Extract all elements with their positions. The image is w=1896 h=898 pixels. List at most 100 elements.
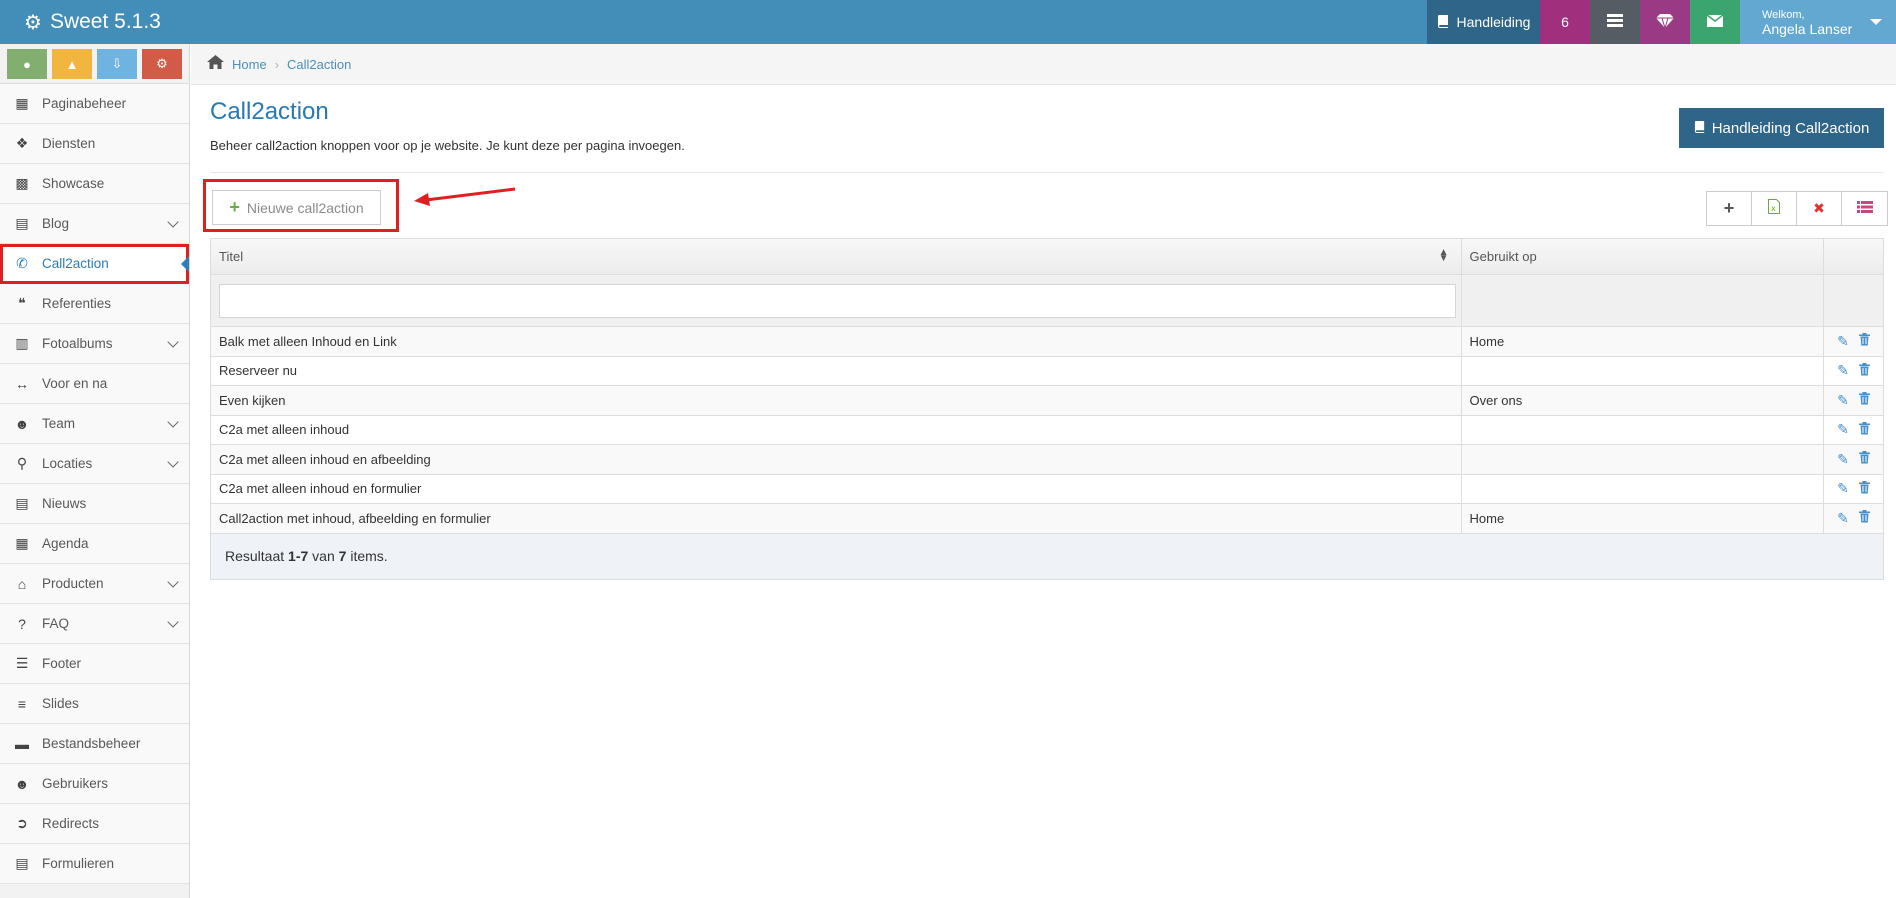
users-icon: ☻	[14, 415, 30, 432]
table-row: Balk met alleen Inhoud en Link Home ✎	[211, 327, 1883, 357]
sidebar-item-call2action[interactable]: ✆ Call2action	[0, 244, 189, 284]
table-row: C2a met alleen inhoud en afbeelding ✎	[211, 445, 1883, 475]
messages-button[interactable]	[1690, 0, 1740, 44]
row-title: C2a met alleen inhoud en formulier	[219, 481, 422, 497]
divider	[210, 172, 1884, 173]
trash-icon[interactable]	[1858, 392, 1870, 408]
filter-actions-cell	[1824, 275, 1883, 326]
sidebar-item-producten[interactable]: ⌂ Producten	[0, 564, 189, 604]
sort-icon[interactable]: ▲ ▼	[1439, 248, 1449, 264]
sidebar-item-fotoalbums[interactable]: ▥ Fotoalbums	[0, 324, 189, 364]
sidebar-item-bestandsbeheer[interactable]: ▬ Bestandsbeheer	[0, 724, 189, 764]
sidebar-item-team[interactable]: ☻ Team	[0, 404, 189, 444]
map-marker-icon: ⚲	[16, 455, 28, 471]
manual-call2action-label: Handleiding Call2action	[1711, 119, 1870, 137]
filter-row	[211, 275, 1883, 327]
row-title: C2a met alleen inhoud en afbeelding	[219, 451, 431, 467]
new-call2action-button[interactable]: + Nieuwe call2action	[212, 190, 381, 225]
filter-used-on-cell	[1462, 275, 1825, 326]
plus-icon: +	[229, 197, 240, 217]
sidebar-item-diensten[interactable]: ❖ Diensten	[0, 124, 189, 164]
tasks-icon	[1607, 13, 1623, 31]
breadcrumb-home[interactable]: Home	[232, 57, 267, 72]
count-badge-button[interactable]: 6	[1540, 0, 1590, 44]
breadcrumb-current[interactable]: Call2action	[287, 57, 351, 72]
export-excel-button[interactable]: x	[1752, 192, 1797, 225]
cell-actions: ✎	[1824, 475, 1883, 504]
trash-icon[interactable]	[1858, 510, 1870, 526]
sidebar-item-locaties[interactable]: ⚲ Locaties	[0, 444, 189, 484]
row-title: Reserveer nu	[219, 363, 298, 379]
sidebar-item-blog[interactable]: ▤ Blog	[0, 204, 189, 244]
brand[interactable]: ⚙ Sweet 5.1.3	[0, 0, 600, 44]
shortcut-location-button[interactable]: ●	[7, 49, 47, 79]
shortcut-download-button[interactable]: ⇩	[97, 49, 137, 79]
pencil-icon[interactable]: ✎	[1837, 510, 1849, 527]
pencil-icon[interactable]: ✎	[1837, 480, 1849, 497]
cubes-icon: ❖	[15, 135, 29, 151]
notifications-button[interactable]	[1640, 0, 1690, 44]
sidebar-item-formulieren[interactable]: ▤ Formulieren	[0, 844, 189, 884]
folder-open-icon: ▬	[15, 735, 29, 752]
manual-button[interactable]: Handleiding	[1427, 0, 1540, 44]
sidebar-item-footer[interactable]: ☰ Footer	[0, 644, 189, 684]
pencil-icon[interactable]: ✎	[1837, 451, 1849, 468]
shortcut-user-button[interactable]: ▲	[52, 49, 92, 79]
sidebar-item-faq[interactable]: ? FAQ	[0, 604, 189, 644]
summary-total: 7	[338, 548, 347, 564]
cell-title: C2a met alleen inhoud en formulier	[211, 474, 1462, 503]
title-filter-input[interactable]	[219, 283, 1456, 318]
sidebar-shortcuts: ● ▲ ⇩ ⚙	[0, 44, 189, 84]
sidebar-item-redirects[interactable]: ➲ Redirects	[0, 804, 189, 844]
sidebar-item-nieuws[interactable]: ▤ Nieuws	[0, 484, 189, 524]
download-icon: ⇩	[111, 56, 123, 71]
columns-button[interactable]	[1842, 192, 1887, 225]
file-icon: ▤	[15, 215, 29, 231]
sidebar-item-voor-en-na[interactable]: ↔ Voor en na	[0, 364, 189, 404]
column-header-used-on: Gebruikt op	[1462, 239, 1825, 274]
shortcut-settings-button[interactable]: ⚙	[142, 49, 182, 79]
sidebar-item-label: Blog	[42, 216, 70, 231]
clear-filters-button[interactable]: ✖	[1797, 192, 1842, 225]
cell-title: Even kijken	[211, 386, 1462, 415]
sliders-icon: ≡	[17, 695, 27, 712]
trash-icon[interactable]	[1858, 451, 1870, 467]
sidebar-item-slides[interactable]: ≡ Slides	[0, 684, 189, 724]
pencil-icon[interactable]: ✎	[1837, 421, 1849, 438]
trash-icon[interactable]	[1858, 480, 1870, 497]
column-header-actions	[1824, 239, 1883, 274]
sidebar-item-label: Referenties	[42, 296, 112, 311]
pencil-icon[interactable]: ✎	[1837, 333, 1849, 350]
sidebar-item-referenties[interactable]: ❝ Referenties	[0, 284, 189, 324]
sidebar-item-label: Agenda	[42, 536, 89, 551]
tags-icon: ⌂	[17, 575, 27, 592]
manual-call2action-button[interactable]: Handleiding Call2action	[1679, 108, 1884, 148]
diamond-icon	[1656, 13, 1674, 31]
cell-used-on	[1462, 415, 1825, 444]
list-alt-icon: ☰	[15, 655, 29, 671]
user-menu[interactable]: Welkom, Angela Lanser	[1740, 0, 1896, 44]
call2action-table: Titel ▲ ▼ Gebruikt op Balk met alleen Inh…	[210, 238, 1884, 580]
page-description: Beheer call2action knoppen voor op je we…	[210, 138, 685, 153]
pencil-icon[interactable]: ✎	[1837, 392, 1849, 409]
map-marker-icon: ●	[23, 56, 31, 72]
sidebar-item-label: Bestandsbeheer	[42, 736, 141, 751]
sidebar-item-gebruikers[interactable]: ☻ Gebruikers	[0, 764, 189, 804]
table-header: Titel ▲ ▼ Gebruikt op	[211, 239, 1883, 275]
cell-used-on	[1462, 474, 1825, 503]
sidebar-item-agenda[interactable]: ▦ Agenda	[0, 524, 189, 564]
sidebar-item-showcase[interactable]: ▩ Showcase	[0, 164, 189, 204]
cell-actions: ✎	[1824, 445, 1883, 474]
cell-title: C2a met alleen inhoud	[211, 415, 1462, 444]
pencil-icon[interactable]: ✎	[1837, 362, 1849, 379]
column-header-title[interactable]: Titel ▲ ▼	[211, 239, 1462, 274]
trash-icon[interactable]	[1858, 421, 1870, 438]
sidebar-item-paginabeheer[interactable]: ▦ Paginabeheer	[0, 84, 189, 124]
add-row-button[interactable]: +	[1707, 192, 1752, 225]
cell-used-on: Home	[1462, 327, 1825, 356]
trash-icon[interactable]	[1858, 362, 1870, 379]
tasks-button[interactable]	[1590, 0, 1640, 44]
top-navbar: ⚙ Sweet 5.1.3 Handleiding 6 Welkom, Ange…	[0, 0, 1896, 44]
trash-icon[interactable]	[1858, 333, 1870, 349]
book-icon	[1437, 14, 1450, 31]
